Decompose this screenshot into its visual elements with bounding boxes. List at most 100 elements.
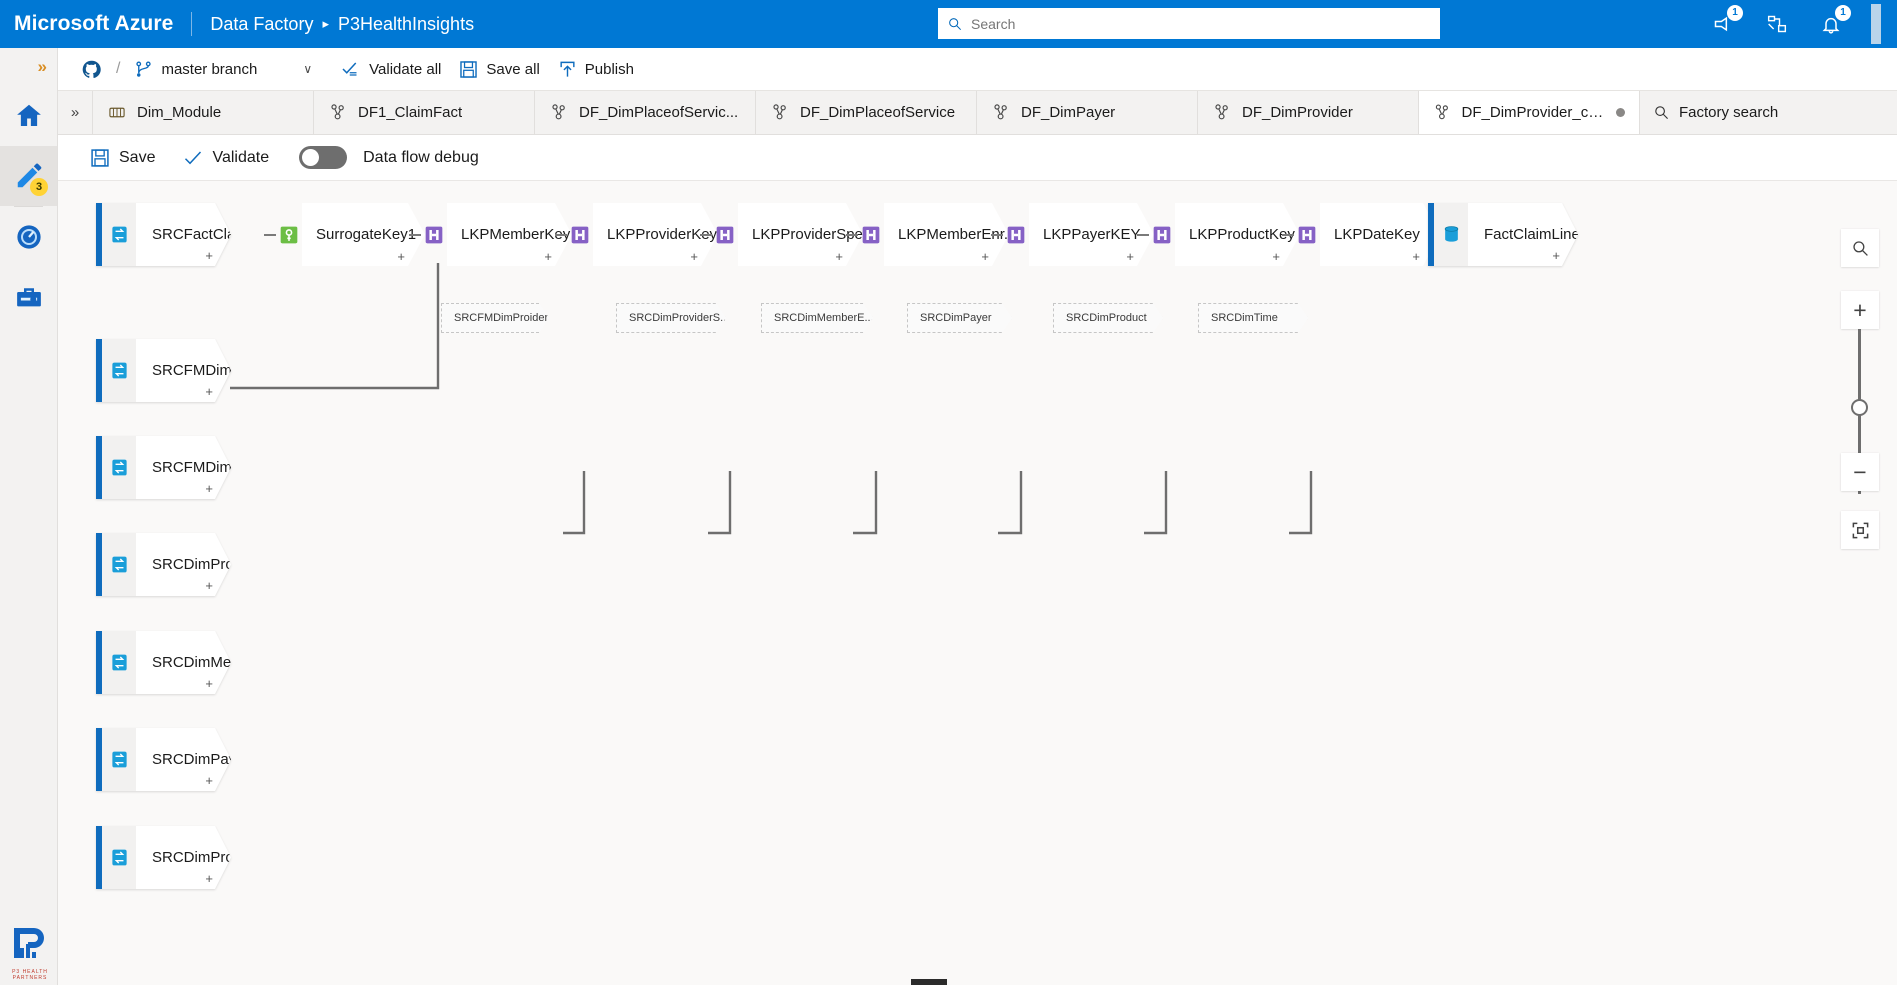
node-icon-cell <box>102 203 136 266</box>
zoom-in-button[interactable]: + <box>1841 291 1879 329</box>
node-body: SRCDimProvide... + <box>136 533 231 596</box>
dataflow-node-factclaimline[interactable]: FactClaimLine + <box>1428 203 1578 266</box>
tab-overflow-button[interactable]: » <box>58 91 92 134</box>
source-dataset-icon <box>111 849 127 866</box>
sidebar-item-monitor[interactable] <box>0 207 57 267</box>
lookup-icon <box>1153 226 1171 243</box>
sidebar-item-manage[interactable] <box>0 267 57 327</box>
node-body: SRCFMDimProi... + <box>136 436 231 499</box>
notifications-icon[interactable]: 1 <box>1817 5 1851 38</box>
validate-all-button[interactable]: Validate all <box>331 48 450 91</box>
tab-df-dimprovider-cop-[interactable]: DF_DimProvider_cop... <box>1418 91 1639 134</box>
publish-button[interactable]: Publish <box>549 48 643 91</box>
dataflow-source-node[interactable]: SRCFMDimMe... + <box>96 339 231 402</box>
lookup-input-chip[interactable]: SRCDimProviderS... <box>616 303 726 333</box>
add-branch-button[interactable]: + <box>1552 248 1560 263</box>
canvas-search-button[interactable] <box>1841 229 1879 267</box>
azure-top-bar: Microsoft Azure Data Factory ▸ P3HealthI… <box>0 0 1897 48</box>
chevron-down-icon: ∨ <box>303 62 313 76</box>
tab-df1-claimfact[interactable]: DF1_ClaimFact <box>313 91 534 134</box>
feedback-icon[interactable]: 1 <box>1709 5 1743 38</box>
add-branch-button[interactable]: + <box>397 249 405 264</box>
dataflow-node-lkpproviderkey[interactable]: LKPProviderKey + <box>555 203 718 266</box>
add-branch-button[interactable]: + <box>690 249 698 264</box>
dataflow-node-lkpmemberenr-[interactable]: LKPMemberEnr... + <box>846 203 1009 266</box>
breadcrumb-service[interactable]: Data Factory <box>210 14 313 35</box>
add-branch-button[interactable]: + <box>1126 249 1134 264</box>
global-search[interactable]: Search <box>938 8 1440 39</box>
canvas-bottom-handle[interactable] <box>910 979 947 985</box>
add-branch-button[interactable]: + <box>835 249 843 264</box>
tenant-logo-text: P3 HEALTH PARTNERS <box>12 969 48 981</box>
lookup-input-chip[interactable]: SRCDimProduct <box>1053 303 1163 333</box>
branch-selector[interactable]: master branch ∨ <box>125 48 331 91</box>
add-branch-button[interactable]: + <box>1272 249 1280 264</box>
zoom-slider-knob[interactable] <box>1851 399 1868 416</box>
dataflow-source-node[interactable]: SRCFMDimProi... + <box>96 436 231 499</box>
azure-brand[interactable]: Microsoft Azure <box>0 12 173 36</box>
dataflow-node-lkpmemberkey[interactable]: LKPMemberKey + <box>409 203 572 266</box>
validate-button[interactable]: Validate <box>171 135 281 181</box>
dataflow-node-srcfactclaimli-[interactable]: SRCFactClaimLi... + <box>96 203 231 266</box>
tab-label: DF1_ClaimFact <box>358 104 463 121</box>
search-icon <box>949 17 962 30</box>
zoom-out-button[interactable]: − <box>1841 453 1879 491</box>
node-connector <box>991 233 1003 236</box>
lookup-input-label: SRCDimMemberE... <box>774 312 874 324</box>
rail-expand-button[interactable]: » <box>0 48 57 86</box>
node-body: SRCDimPayer + <box>136 728 231 791</box>
tab-df-dimprovider[interactable]: DF_DimProvider <box>1197 91 1418 134</box>
sidebar-item-author[interactable]: 3 <box>0 146 57 206</box>
save-button[interactable]: Save <box>78 135 167 181</box>
dataflow-source-node[interactable]: SRCDimProvide... + <box>96 533 231 596</box>
sidebar-item-home[interactable] <box>0 86 57 146</box>
publish-upload-icon <box>560 61 575 77</box>
dataflow-node-lkppayerkey[interactable]: LKPPayerKEY + <box>991 203 1154 266</box>
dataflow-node-surrogatekey1[interactable]: SurrogateKey1 + <box>264 203 425 266</box>
lookup-input-chip[interactable]: SRCDimPayer <box>907 303 1012 333</box>
dataflow-canvas[interactable]: SRCFactClaimLi...+SurrogateKey1+LKPMembe… <box>58 181 1897 985</box>
lookup-input-chip[interactable]: SRCFMDimProider <box>441 303 549 333</box>
add-branch-button[interactable]: + <box>1412 249 1420 264</box>
dataflow-node-lkpdatekey[interactable]: LKPDateKey + <box>1282 203 1440 266</box>
add-branch-button[interactable]: + <box>205 871 213 886</box>
add-branch-button[interactable]: + <box>205 578 213 593</box>
factory-search-box[interactable]: Factory search <box>1639 91 1897 134</box>
toolbox-icon <box>16 288 41 307</box>
directory-icon[interactable] <box>1763 10 1791 38</box>
lookup-input-chip[interactable]: SRCDimMemberE... <box>761 303 873 333</box>
lookup-input-label: SRCDimProviderS... <box>629 312 730 324</box>
add-branch-button[interactable]: + <box>205 773 213 788</box>
repo-button[interactable] <box>72 48 111 91</box>
dataflow-icon <box>1435 104 1448 120</box>
tab-df-dimpayer[interactable]: DF_DimPayer <box>976 91 1197 134</box>
author-badge-count: 3 <box>30 178 48 196</box>
dataflow-source-node[interactable]: SRCDimProduct + <box>96 826 231 889</box>
tab-df-dimplaceofservice[interactable]: DF_DimPlaceofService <box>755 91 976 134</box>
breadcrumb-resource[interactable]: P3HealthInsights <box>338 14 474 35</box>
lookup-input-chip[interactable]: SRCDimTime <box>1198 303 1308 333</box>
validate-label: Validate <box>212 148 270 166</box>
tab-df-dimplaceofservic-[interactable]: DF_DimPlaceofServic... <box>534 91 755 134</box>
node-icon-cell <box>102 631 136 694</box>
add-branch-button[interactable]: + <box>205 248 213 263</box>
dataflow-node-lkpproviderspe-[interactable]: LKPProviderSpe...+ <box>700 203 863 266</box>
add-branch-button[interactable]: + <box>205 676 213 691</box>
toggle-knob <box>302 149 320 166</box>
add-branch-button[interactable]: + <box>205 384 213 399</box>
dataflow-source-node[interactable]: SRCDimPayer + <box>96 728 231 791</box>
node-connector <box>846 233 858 236</box>
fit-to-screen-icon <box>1852 522 1868 538</box>
add-branch-button[interactable]: + <box>205 481 213 496</box>
data-flow-debug-toggle[interactable] <box>299 146 348 169</box>
save-disk-icon <box>460 60 478 78</box>
tab-dim-module[interactable]: Dim_Module <box>92 91 313 134</box>
dataflow-node-lkpproductkey[interactable]: LKPProductKey + <box>1137 203 1300 266</box>
avatar[interactable] <box>1871 4 1881 44</box>
dataflow-source-node[interactable]: SRCDimMembe... + <box>96 631 231 694</box>
p3-health-logo-icon <box>14 928 44 958</box>
add-branch-button[interactable]: + <box>981 249 989 264</box>
add-branch-button[interactable]: + <box>544 249 552 264</box>
fit-to-screen-button[interactable] <box>1841 511 1879 549</box>
save-all-button[interactable]: Save all <box>450 48 548 91</box>
